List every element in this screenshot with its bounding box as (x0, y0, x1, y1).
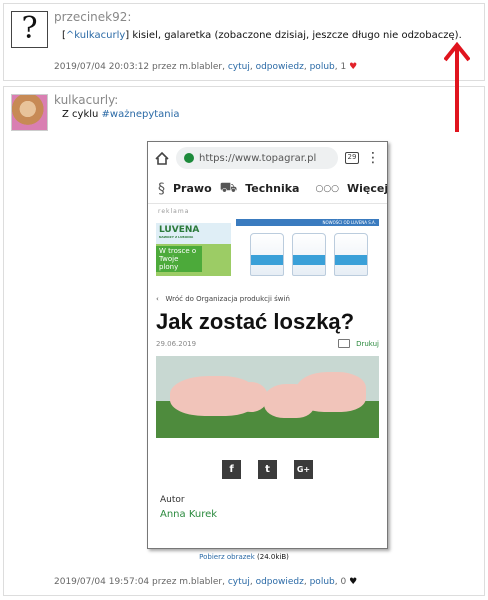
product-jug-image (292, 233, 326, 276)
pig-shape (234, 382, 268, 412)
article-title: Jak zostać loszką? (156, 309, 355, 334)
ad-banner: LUVENA NAWOZY Z LUBONIA W trosce o Twoje… (156, 217, 379, 279)
like-count: 0 (340, 577, 347, 587)
like-count: 1 (340, 62, 347, 72)
download-row: Pobierz obrazek (24.0kiB) (4, 553, 484, 561)
comment-meta: 2019/07/04 20:03:12 przez m.blabler, cyt… (54, 62, 358, 72)
red-arrow-up-icon (444, 42, 470, 132)
breadcrumb: ‹ Wróć do Organizacja produkcji świń (148, 279, 387, 303)
article-author-name: Anna Kurek (160, 509, 218, 520)
comment-body: Z cyklu (62, 109, 99, 120)
ad-brand-sub: NAWOZY Z LUBONIA (159, 235, 194, 239)
url-text: https://www.topagrar.pl (199, 152, 317, 164)
embedded-screenshot[interactable]: https://www.topagrar.pl 29 ⋮ § Prawo ⛟ T… (147, 141, 388, 549)
product-jug-image (334, 233, 368, 276)
author-label: Autor (160, 495, 185, 505)
tractor-icon: ⛟ (219, 179, 238, 196)
reply-link[interactable]: odpowiedz (256, 577, 304, 587)
breadcrumb-text: Wróć do Organizacja produkcji świń (165, 295, 290, 303)
printer-icon (338, 339, 351, 348)
site-nav: § Prawo ⛟ Technika ○○○ Więcej (148, 174, 387, 204)
google-plus-icon: G+ (294, 460, 313, 479)
comment-kulkacurly: kulkacurly: Z cyklu #ważnepytania https:… (3, 86, 485, 596)
like-link[interactable]: polub (310, 577, 335, 587)
secure-lock-icon (184, 153, 194, 163)
like-link[interactable]: polub (310, 62, 335, 72)
back-chevron-icon: ‹ (156, 295, 159, 303)
ad-slogan: W trosce o Twoje plony (156, 246, 202, 272)
nav-item-prawo: Prawo (173, 182, 212, 195)
download-image-link[interactable]: Pobierz obrazek (199, 553, 255, 561)
comment-date: 2019/07/04 19:57:04 przez m.blabler, (54, 577, 225, 587)
nav-item-technika: Technika (245, 182, 300, 195)
paragraph-icon: § (158, 180, 165, 197)
comment-meta: 2019/07/04 19:57:04 przez m.blabler, cyt… (54, 577, 358, 587)
tabs-count-icon: 29 (345, 152, 359, 164)
image-size: (24.0kiB) (257, 553, 289, 561)
comment-text: Z cyklu #ważnepytania (62, 109, 180, 120)
heart-icon: ♥ (349, 62, 358, 72)
ad-header: NOWOŚCI OD LUVENA S.A. (236, 219, 379, 226)
user-photo-avatar[interactable] (11, 94, 48, 131)
article-date-row: 29.06.2019 Drukuj (148, 335, 387, 348)
ad-field-image: LUVENA NAWOZY Z LUBONIA W trosce o Twoje… (156, 223, 231, 276)
product-jug-image (250, 233, 284, 276)
mention-link[interactable]: ^kulkacurly (66, 30, 125, 41)
more-dots-icon: ○○○ (315, 183, 340, 194)
ad-brand: LUVENA (159, 225, 200, 235)
question-mark-avatar[interactable]: ? (11, 11, 48, 48)
reply-link[interactable]: odpowiedz (256, 62, 304, 72)
luvena-logo: LUVENA NAWOZY Z LUBONIA (159, 225, 199, 239)
pig-shape (296, 372, 366, 412)
twitter-icon: t (258, 460, 277, 479)
hashtag-link[interactable]: #ważnepytania (102, 109, 180, 120)
social-share-row: f t G+ (148, 438, 387, 479)
pigs-photo (156, 356, 379, 438)
comment-author[interactable]: kulkacurly: (54, 93, 118, 107)
comment-text: [^kulkacurly] kisiel, galaretka (zobaczo… (62, 30, 462, 41)
comment-body: ] kisiel, galaretka (zobaczone dzisiaj, … (125, 30, 462, 41)
print-button: Drukuj (338, 339, 379, 348)
home-icon (155, 151, 169, 165)
browser-url-bar: https://www.topagrar.pl 29 ⋮ (148, 142, 387, 174)
comment-przecinek92: ? przecinek92: [^kulkacurly] kisiel, gal… (3, 3, 485, 81)
cite-link[interactable]: cytuj (228, 62, 250, 72)
facebook-icon: f (222, 460, 241, 479)
print-label: Drukuj (356, 339, 379, 348)
url-field: https://www.topagrar.pl (176, 147, 338, 169)
comment-date: 2019/07/04 20:03:12 przez m.blabler, (54, 62, 225, 72)
kebab-menu-icon: ⋮ (366, 150, 380, 166)
cite-link[interactable]: cytuj (228, 577, 250, 587)
nav-item-wiecej: Więcej (347, 182, 388, 195)
heart-icon: ♥ (349, 577, 358, 587)
article-date: 29.06.2019 (156, 339, 197, 348)
comment-author[interactable]: przecinek92: (54, 10, 131, 24)
ad-label: reklama (158, 208, 190, 215)
